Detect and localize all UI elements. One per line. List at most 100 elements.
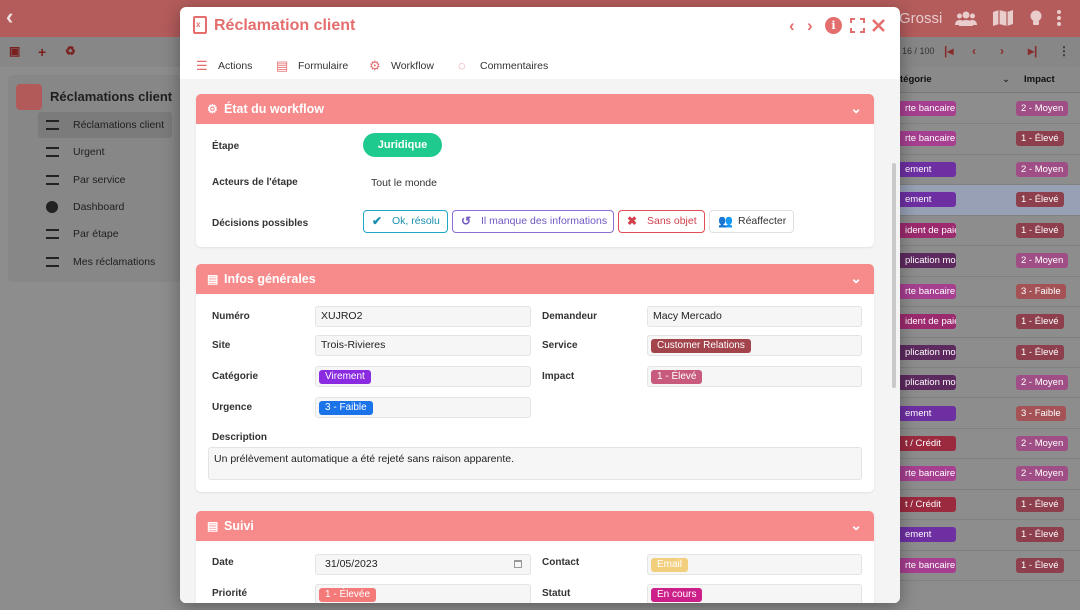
form-icon: ▤ [276, 58, 289, 73]
categorie-field[interactable]: Virement [315, 366, 531, 387]
first-page-icon[interactable]: |◂ [944, 44, 953, 58]
chevron-down-icon[interactable]: ⌄ [850, 263, 862, 293]
service-badge: Customer Relations [651, 339, 751, 353]
tab-actions[interactable]: ☰ Actions [196, 57, 252, 75]
impact-badge: 1 - Élevé [1016, 222, 1064, 238]
table-row[interactable]: plication mobile 2 - Moyen [900, 246, 1080, 277]
decision-ok-button[interactable]: ✔ Ok, résolu [363, 210, 448, 233]
sidebar-item-dashboard[interactable]: Dashboard [38, 194, 172, 220]
chevron-down-icon[interactable]: ⌄ [850, 510, 862, 540]
table-row[interactable]: t / Crédit 1 - Élevé [900, 490, 1080, 521]
decision-reassign-button[interactable]: 👥 Réaffecter [709, 210, 794, 233]
document-icon: ▤ [207, 272, 219, 286]
suivi-header[interactable]: ▤ Suivi ⌄ [196, 511, 874, 541]
priorite-badge: 1 - Élevée [319, 588, 377, 602]
chevron-down-icon[interactable]: ⌄ [850, 93, 862, 123]
comment-icon: ◌ [458, 58, 466, 73]
table-row[interactable]: rte bancaire 1 - Élevé [900, 124, 1080, 155]
add-icon[interactable]: + [38, 44, 46, 60]
recycle-icon[interactable]: ♻ [65, 44, 76, 58]
sidebar-item-reclamations-client[interactable]: Réclamations client [38, 112, 172, 138]
contact-badge: Email [651, 558, 689, 572]
tab-commentaires[interactable]: ◌ Commentaires [458, 57, 548, 75]
table-row[interactable]: ement 1 - Élevé [900, 185, 1080, 216]
next-record-icon[interactable]: › [807, 16, 813, 36]
left-toolbar: ▣ + ♻ [0, 37, 180, 67]
sort-chevron-icon[interactable]: ⌄ [1002, 74, 1010, 85]
user-name[interactable]: Grossi [899, 10, 942, 27]
category-badge: t / Crédit [900, 496, 956, 512]
category-badge: rte bancaire [900, 131, 956, 147]
general-info-header[interactable]: ▤ Infos générales ⌄ [196, 264, 874, 294]
next-page-icon[interactable]: › [1000, 44, 1004, 58]
sidebar-item-urgent[interactable]: Urgent [38, 139, 172, 165]
lightbulb-icon[interactable] [1025, 9, 1047, 27]
impact-badge: 2 - Moyen [1016, 466, 1069, 482]
layout-icon[interactable]: ▣ [9, 44, 20, 58]
column-header-categorie[interactable]: tégorie [900, 74, 932, 85]
table-row[interactable]: plication mobile 2 - Moyen [900, 368, 1080, 399]
table-row[interactable]: rte bancaire 2 - Moyen [900, 459, 1080, 490]
impact-badge: 2 - Moyen [1016, 161, 1069, 177]
step-label: Étape [212, 141, 240, 152]
close-icon[interactable] [872, 19, 885, 32]
urgence-field[interactable]: 3 - Faible [315, 397, 531, 418]
calendar-icon[interactable] [514, 560, 522, 568]
table-icon [46, 229, 59, 239]
impact-badge: 1 - Élevé [1016, 496, 1064, 512]
users-icon: 👥 [718, 214, 733, 228]
dashboard-icon [46, 201, 58, 213]
impact-badge: 1 - Élevé [1016, 314, 1064, 330]
table-pager: 16 / 100 |◂ ‹ › ▸| ⋮ [900, 37, 1080, 67]
prev-page-icon[interactable]: ‹ [972, 44, 976, 58]
info-icon[interactable]: i [825, 17, 842, 34]
demandeur-field[interactable]: Macy Mercado [647, 306, 862, 327]
table-row[interactable]: t / Crédit 2 - Moyen [900, 429, 1080, 460]
impact-badge: 3 - Faible [1016, 405, 1066, 421]
table-row[interactable]: rte bancaire 2 - Moyen [900, 94, 1080, 125]
decision-missing-info-button[interactable]: ↺ Il manque des informations [452, 210, 614, 233]
table-row[interactable]: ident de paiement 1 - Élevé [900, 307, 1080, 338]
more-vertical-icon[interactable] [1052, 9, 1066, 27]
actors-label: Acteurs de l'étape [212, 177, 298, 188]
impact-field[interactable]: 1 - Élevé [647, 366, 862, 387]
sidebar-item-par-etape[interactable]: Par étape [38, 221, 172, 247]
last-page-icon[interactable]: ▸| [1028, 44, 1037, 58]
tab-formulaire[interactable]: ▤ Formulaire [276, 57, 348, 75]
statut-field[interactable]: En cours [647, 584, 862, 603]
back-chevron-icon[interactable]: ‹ [6, 6, 13, 28]
fullscreen-icon[interactable] [850, 18, 865, 33]
workflow-header[interactable]: ⚙ État du workflow ⌄ [196, 94, 874, 124]
table-row[interactable]: ident de paiement 1 - Élevé [900, 216, 1080, 247]
table-row[interactable]: rte bancaire 1 - Élevé [900, 551, 1080, 582]
document-icon [16, 84, 42, 110]
decision-none-button[interactable]: ✖ Sans objet [618, 210, 705, 233]
scrollbar[interactable] [892, 163, 896, 388]
date-field[interactable]: 31/05/2023 [315, 554, 531, 575]
prev-record-icon[interactable]: ‹ [789, 16, 795, 36]
numero-label: Numéro [212, 311, 250, 322]
more-vertical-icon[interactable]: ⋮ [1058, 44, 1070, 58]
impact-badge: 1 - Élevé [651, 370, 703, 384]
description-field[interactable]: Un prélèvement automatique a été rejeté … [208, 447, 862, 480]
map-icon[interactable] [992, 9, 1014, 27]
service-field[interactable]: Customer Relations [647, 335, 862, 356]
sidebar-item-mes-reclamations[interactable]: Mes réclamations [38, 249, 172, 275]
priorite-field[interactable]: 1 - Élevée [315, 584, 531, 603]
contact-field[interactable]: Email [647, 554, 862, 575]
table-row[interactable]: rte bancaire 3 - Faible [900, 277, 1080, 308]
site-field[interactable]: Trois-Rivieres [315, 335, 531, 356]
column-header-impact[interactable]: Impact [1024, 74, 1055, 85]
table-row[interactable]: ement 1 - Élevé [900, 520, 1080, 551]
category-badge: rte bancaire [900, 466, 956, 482]
urgence-badge: 3 - Faible [319, 401, 373, 415]
check-icon: ✔ [372, 214, 383, 228]
table-row[interactable]: ement 2 - Moyen [900, 155, 1080, 186]
users-icon[interactable] [955, 9, 977, 27]
table-row[interactable]: plication mobile 1 - Élevé [900, 338, 1080, 368]
sidebar-item-par-service[interactable]: Par service [38, 167, 172, 193]
tab-workflow[interactable]: ⚙ Workflow [369, 57, 434, 75]
table-row[interactable]: ement 3 - Faible [900, 399, 1080, 429]
numero-field[interactable]: XUJRO2 [315, 306, 531, 327]
date-label: Date [212, 557, 234, 568]
